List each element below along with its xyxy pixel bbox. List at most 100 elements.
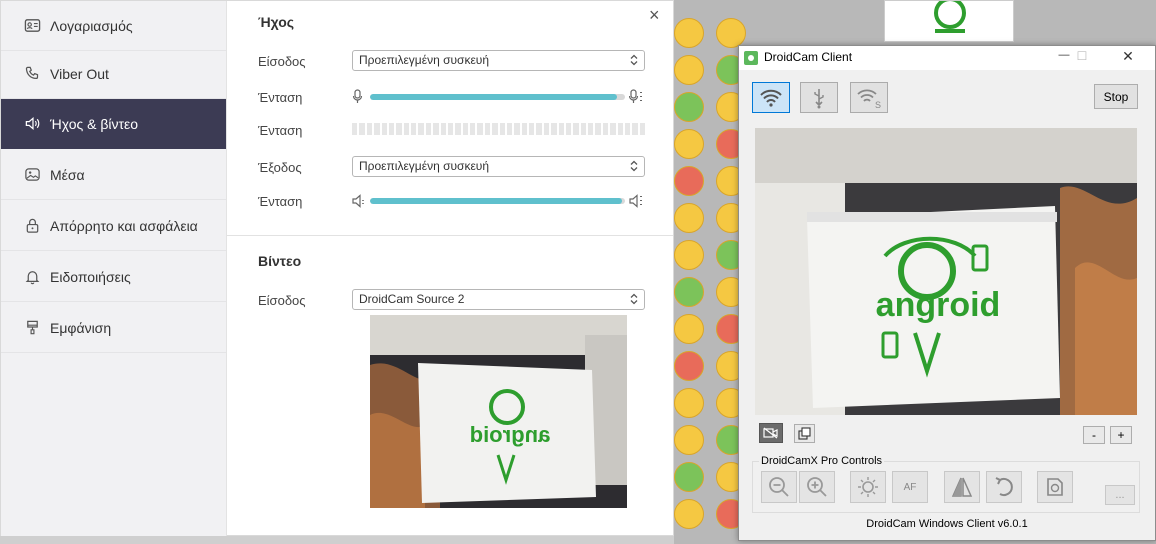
window-title: DroidCam Client <box>764 50 853 64</box>
meter-segment <box>506 123 513 135</box>
settings-button[interactable] <box>1037 471 1073 503</box>
speaker-low-icon <box>352 194 364 208</box>
sidebar-item-media[interactable]: Μέσα <box>1 150 226 200</box>
rotate-button[interactable] <box>986 471 1022 503</box>
popout-button[interactable] <box>794 424 815 443</box>
meter-segment <box>639 123 645 135</box>
meter-segment <box>595 123 601 135</box>
wifi-mode-button[interactable] <box>752 82 790 113</box>
sidebar-item-privacy[interactable]: Απόρρητο και ασφάλεια <box>1 201 226 251</box>
meter-segment <box>440 123 446 135</box>
output-volume-slider[interactable] <box>352 193 645 209</box>
emoji-face-icon <box>674 277 704 307</box>
audio-output-label: Έξοδος <box>258 160 302 175</box>
settings-sidebar: Λογαριασμός Viber Out Ήχος & βίντεο Μέσα… <box>1 1 227 537</box>
emoji-face-icon <box>674 55 704 85</box>
meter-segment <box>602 123 609 135</box>
meter-segment <box>624 123 631 135</box>
close-settings-button[interactable]: × <box>649 5 660 26</box>
zoom-plus-button[interactable]: + <box>1110 426 1132 444</box>
speaker-icon <box>23 115 41 133</box>
emoji-face-icon <box>674 18 704 48</box>
input-volume-slider[interactable] <box>352 89 645 105</box>
meter-segment <box>543 123 550 135</box>
meter-segment <box>514 123 520 135</box>
sidebar-item-label: Ήχος & βίντεο <box>50 115 139 132</box>
mirror-button[interactable] <box>944 471 980 503</box>
meter-segment <box>411 123 417 135</box>
sidebar-item-appearance[interactable]: Εμφάνιση <box>1 303 226 353</box>
sidebar-item-label: Viber Out <box>50 65 109 82</box>
camera-off-icon <box>763 427 778 439</box>
meter-segment <box>366 123 373 135</box>
minimize-control[interactable]: — <box>1054 49 1074 61</box>
rotate-icon <box>995 477 1013 496</box>
meter-segment <box>565 123 572 135</box>
video-input-value: DroidCam Source 2 <box>359 292 465 306</box>
meter-segment <box>536 123 542 135</box>
zoom-in-button[interactable] <box>799 471 835 503</box>
audio-output-value: Προεπιλεγμένη συσκευή <box>359 159 490 173</box>
video-input-select[interactable]: DroidCam Source 2 <box>352 289 645 310</box>
speaker-high-icon <box>629 194 642 208</box>
account-card-icon <box>23 17 41 35</box>
light-bulb-icon <box>858 477 878 497</box>
autofocus-button[interactable]: AF <box>892 471 928 503</box>
video-section-title: Βίντεο <box>258 253 302 269</box>
wifi-icon <box>760 89 782 107</box>
emoji-face-icon <box>674 314 704 344</box>
green-logo-icon <box>934 1 966 33</box>
meter-segment <box>477 123 483 135</box>
emoji-face-icon <box>674 499 704 529</box>
emoji-face-icon <box>674 240 704 270</box>
meter-segment <box>632 123 638 135</box>
input-volume-fill <box>370 94 618 100</box>
maximize-control[interactable]: ☐ <box>1072 49 1092 63</box>
stop-button[interactable]: Stop <box>1094 84 1138 109</box>
meter-segment <box>374 123 380 135</box>
video-input-label: Είσοδος <box>258 293 306 308</box>
svg-text:angroid: angroid <box>876 286 1001 324</box>
flash-button[interactable] <box>850 471 886 503</box>
taskbar-strip <box>0 536 674 544</box>
bell-icon <box>23 268 41 286</box>
meter-segment <box>484 123 491 135</box>
output-volume-fill <box>370 198 623 204</box>
sidebar-item-sound-video[interactable]: Ήχος & βίντεο <box>1 99 226 149</box>
emoji-face-icon <box>674 129 704 159</box>
camera-feed-image: angroid <box>755 128 1137 415</box>
svg-text:S: S <box>875 100 881 109</box>
sidebar-item-label: Εμφάνιση <box>50 319 112 336</box>
meter-segment <box>551 123 557 135</box>
input-volume-track <box>370 94 625 100</box>
meter-segment <box>529 123 535 135</box>
close-control[interactable]: ✕ <box>1118 48 1138 65</box>
sidebar-item-notifications[interactable]: Ειδοποιήσεις <box>1 252 226 302</box>
meter-segment <box>433 123 439 135</box>
phone-icon <box>23 65 41 83</box>
more-options-button[interactable]: ... <box>1105 485 1135 505</box>
meter-segment <box>558 123 564 135</box>
meter-segment <box>580 123 586 135</box>
sidebar-item-account[interactable]: Λογαριασμός <box>1 1 226 51</box>
meter-segment <box>462 123 468 135</box>
zoom-minus-button[interactable]: - <box>1083 426 1105 444</box>
audio-output-select[interactable]: Προεπιλεγμένη συσκευή <box>352 156 645 177</box>
camera-off-button[interactable] <box>759 423 783 443</box>
chevron-updown-icon <box>630 160 638 172</box>
popout-icon <box>798 427 811 440</box>
chevron-updown-icon <box>630 54 638 66</box>
meter-segment <box>388 123 395 135</box>
usb-mode-button[interactable] <box>800 82 838 113</box>
sidebar-item-viber-out[interactable]: Viber Out <box>1 49 226 99</box>
lock-icon <box>23 217 41 235</box>
emoji-face-icon <box>674 388 704 418</box>
emoji-face-icon <box>674 92 704 122</box>
wifi-server-mode-button[interactable]: S <box>850 82 888 113</box>
meter-segment <box>447 123 454 135</box>
sidebar-item-label: Ειδοποιήσεις <box>50 268 131 285</box>
audio-input-select[interactable]: Προεπιλεγμένη συσκευή <box>352 50 645 71</box>
zoom-out-button[interactable] <box>761 471 797 503</box>
zoom-in-icon <box>807 477 827 497</box>
meter-segment <box>499 123 505 135</box>
